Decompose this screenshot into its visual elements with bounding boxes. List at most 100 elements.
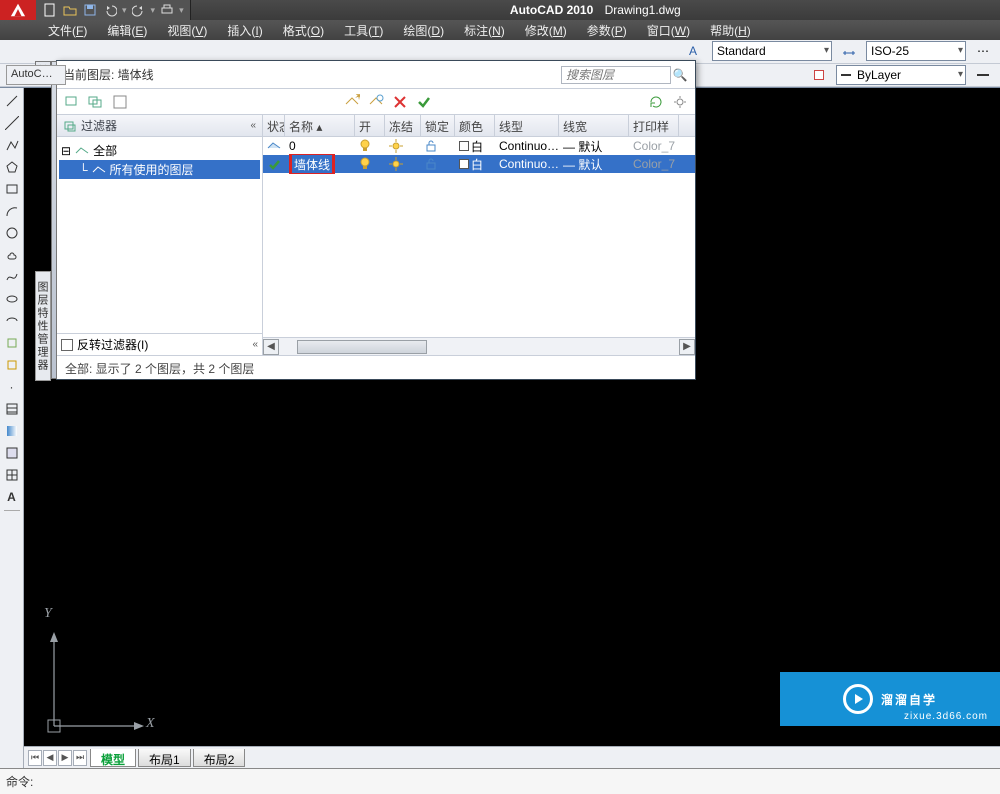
dim-style-icon[interactable] [838, 41, 860, 61]
command-line[interactable]: 命令: [0, 768, 1000, 794]
menu-bar: 文件(F)编辑(E)视图(V)插入(I)格式(O)工具(T)绘图(D)标注(N)… [0, 20, 1000, 40]
text-style-value: Standard [717, 44, 766, 58]
document-tab[interactable]: AutoC… [6, 65, 66, 85]
dialog-header: 当前图层: 墙体线 🔍 [57, 61, 695, 89]
print-icon[interactable] [159, 2, 175, 18]
new-layer-icon[interactable]: ✶ [343, 93, 361, 111]
filter-tree[interactable]: ⊟ 全部 └ 所有使用的图层 [57, 137, 262, 333]
menu-w[interactable]: 窗口(W) [637, 20, 700, 41]
table-icon[interactable] [3, 466, 21, 484]
column-header[interactable]: 线宽 [559, 115, 629, 136]
settings-icon[interactable] [671, 93, 689, 111]
column-header[interactable]: 打印样 [629, 115, 679, 136]
save-icon[interactable] [82, 2, 98, 18]
insert-block-icon[interactable] [3, 334, 21, 352]
revcloud-icon[interactable] [3, 246, 21, 264]
column-header[interactable]: 冻结 [385, 115, 421, 136]
column-header[interactable]: 开 [355, 115, 385, 136]
tab-nav-last[interactable]: ⏭ [73, 750, 87, 766]
scroll-thumb[interactable] [297, 340, 427, 354]
scroll-left-icon[interactable]: ◀ [263, 339, 279, 355]
tab-layout2[interactable]: 布局2 [193, 749, 246, 767]
color-icon[interactable] [808, 65, 830, 85]
layer-row[interactable]: 0 白Continuo…— 默认Color_7 [263, 137, 695, 155]
undo-icon[interactable] [102, 2, 118, 18]
text-style-icon[interactable]: A [684, 41, 706, 61]
column-header[interactable]: 线型 [495, 115, 559, 136]
collapse-icon[interactable]: « [252, 339, 258, 350]
search-icon[interactable]: 🔍 [671, 66, 689, 84]
spline-icon[interactable] [3, 268, 21, 286]
app-logo[interactable] [0, 0, 36, 20]
app-name: AutoCAD 2010 [510, 3, 593, 17]
new-layer-freeze-icon[interactable] [367, 93, 385, 111]
tab-nav-first[interactable]: ⏮ [28, 750, 42, 766]
lineweight-icon[interactable] [972, 65, 994, 85]
filter-header[interactable]: 过滤器 « [57, 115, 262, 137]
tab-model[interactable]: 模型 [90, 749, 136, 767]
ellipse-icon[interactable] [3, 290, 21, 308]
construction-line-icon[interactable] [3, 114, 21, 132]
scroll-right-icon[interactable]: ▶ [679, 339, 695, 355]
menu-o[interactable]: 格式(O) [273, 20, 334, 41]
menu-n[interactable]: 标注(N) [454, 20, 515, 41]
menu-f[interactable]: 文件(F) [38, 20, 97, 41]
menu-t[interactable]: 工具(T) [334, 20, 393, 41]
rectangle-icon[interactable] [3, 180, 21, 198]
menu-i[interactable]: 插入(I) [217, 20, 272, 41]
column-header[interactable]: 锁定 [421, 115, 455, 136]
ellipse-arc-icon[interactable] [3, 312, 21, 330]
layer-states-icon[interactable] [111, 93, 129, 111]
hatch-icon[interactable] [3, 400, 21, 418]
menu-e[interactable]: 编辑(E) [97, 20, 157, 41]
set-current-icon[interactable] [415, 93, 433, 111]
play-icon [843, 684, 873, 714]
circle-icon[interactable] [3, 224, 21, 242]
layer-list[interactable]: 0 白Continuo…— 默认Color_7墙体线 白Continuo…— 默… [263, 137, 695, 337]
more-icon[interactable]: ⋯ [972, 41, 994, 61]
column-header[interactable]: 状态 [263, 115, 285, 136]
tree-item-used[interactable]: └ 所有使用的图层 [59, 160, 260, 179]
tab-nav-prev[interactable]: ◀ [43, 750, 57, 766]
new-filter-icon[interactable] [63, 93, 81, 111]
redo-icon[interactable] [131, 2, 147, 18]
line-tool-icon[interactable] [3, 92, 21, 110]
new-group-filter-icon[interactable] [87, 93, 105, 111]
region-icon[interactable] [3, 444, 21, 462]
collapse-icon[interactable]: « [250, 120, 256, 131]
invert-filter-checkbox[interactable] [61, 339, 73, 351]
column-header[interactable]: 颜色 [455, 115, 495, 136]
menu-d[interactable]: 绘图(D) [393, 20, 454, 41]
layer-row[interactable]: 墙体线 白Continuo…— 默认Color_7 [263, 155, 695, 173]
delete-layer-icon[interactable] [391, 93, 409, 111]
refresh-icon[interactable] [647, 93, 665, 111]
layer-hscrollbar[interactable]: ◀ ▶ [263, 337, 695, 355]
tab-nav-next[interactable]: ▶ [58, 750, 72, 766]
dropdown-icon[interactable]: ▾ [151, 5, 156, 16]
dropdown-icon[interactable]: ▾ [179, 5, 184, 16]
text-style-combo[interactable]: Standard▾ [712, 41, 832, 61]
search-layer-input[interactable] [561, 66, 671, 84]
open-icon[interactable] [62, 2, 78, 18]
text-icon[interactable]: A [3, 488, 21, 506]
polyline-icon[interactable] [3, 136, 21, 154]
new-icon[interactable] [42, 2, 58, 18]
bylayer-combo[interactable]: ByLayer▾ [836, 65, 966, 85]
menu-v[interactable]: 视图(V) [157, 20, 217, 41]
menu-m[interactable]: 修改(M) [515, 20, 577, 41]
dialog-grip[interactable] [51, 61, 57, 379]
polygon-icon[interactable] [3, 158, 21, 176]
dim-style-combo[interactable]: ISO-25▾ [866, 41, 966, 61]
svg-text:✶: ✶ [354, 94, 360, 103]
tab-layout1[interactable]: 布局1 [138, 749, 191, 767]
menu-p[interactable]: 参数(P) [577, 20, 637, 41]
make-block-icon[interactable] [3, 356, 21, 374]
menu-h[interactable]: 帮助(H) [700, 20, 761, 41]
tree-item-all[interactable]: ⊟ 全部 [59, 141, 260, 160]
filter-footer: 反转过滤器(I) « [57, 333, 262, 355]
dropdown-icon[interactable]: ▾ [122, 5, 127, 16]
arc-icon[interactable] [3, 202, 21, 220]
gradient-icon[interactable] [3, 422, 21, 440]
point-icon[interactable]: · [3, 378, 21, 396]
column-header[interactable]: 名称 ▴ [285, 115, 355, 136]
